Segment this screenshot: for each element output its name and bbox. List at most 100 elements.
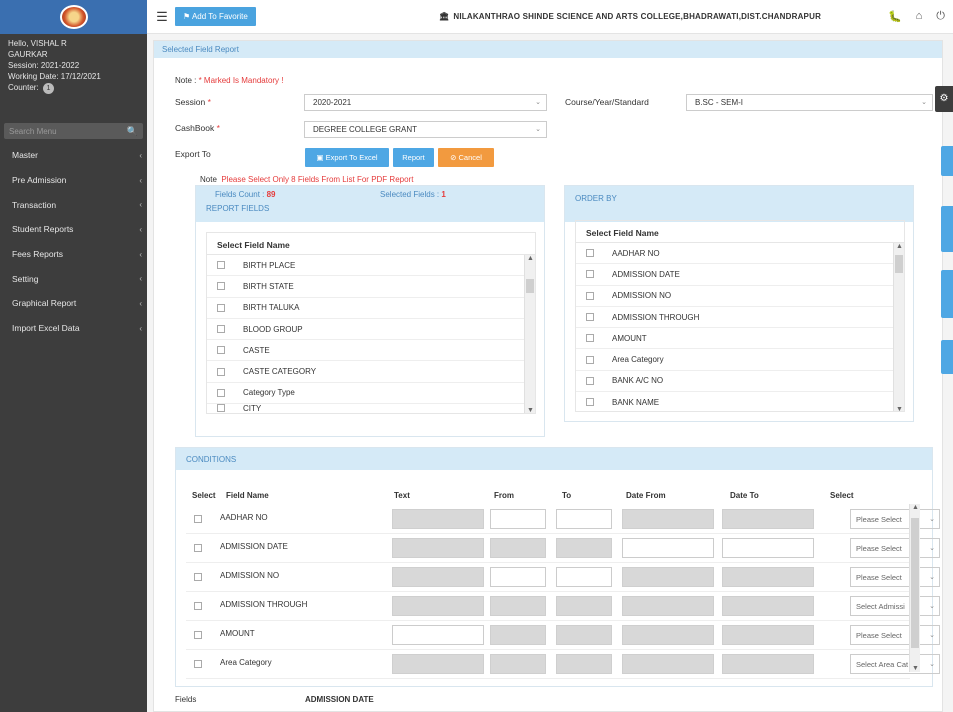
list-item[interactable]: BANK NAME [576, 392, 904, 411]
checkbox[interactable] [217, 388, 225, 397]
date-from-input[interactable] [622, 625, 714, 645]
scroll-up-icon[interactable]: ▲ [894, 243, 904, 250]
export-to-excel-button[interactable]: ▣ Export To Excel [305, 148, 389, 167]
search-icon[interactable]: 🔍 [127, 126, 138, 137]
cancel-button[interactable]: ⊘ Cancel [438, 148, 494, 167]
from-input[interactable] [490, 596, 546, 616]
text-input[interactable] [392, 625, 484, 645]
list-item[interactable]: ADMISSION NO [576, 286, 904, 307]
from-input[interactable] [490, 654, 546, 674]
checkbox[interactable] [586, 270, 594, 279]
report-fields-scrollbar[interactable]: ▲ ▼ [524, 255, 535, 413]
date-from-input[interactable] [622, 538, 714, 558]
list-item[interactable]: Category Type [207, 383, 535, 405]
from-input[interactable] [490, 509, 546, 529]
checkbox[interactable] [194, 544, 202, 552]
list-item[interactable]: AMOUNT [576, 328, 904, 350]
condition-select[interactable]: Select Admissi ⌄ [850, 596, 940, 616]
date-from-input[interactable] [622, 654, 714, 674]
text-input[interactable] [392, 596, 484, 616]
text-input[interactable] [392, 654, 484, 674]
to-input[interactable] [556, 596, 612, 616]
session-select[interactable]: 2020-2021 ⌄ [304, 94, 547, 111]
condition-select[interactable]: Please Select ⌄ [850, 625, 940, 645]
checkbox[interactable] [586, 376, 594, 385]
side-tab-4[interactable] [941, 340, 953, 374]
list-item[interactable]: BIRTH PLACE [207, 255, 535, 277]
condition-select[interactable]: Please Select ⌄ [850, 567, 940, 587]
date-from-input[interactable] [622, 596, 714, 616]
scrollbar-thumb[interactable] [526, 279, 534, 293]
date-to-input[interactable] [722, 625, 814, 645]
report-button[interactable]: Report [393, 148, 434, 167]
list-item[interactable]: BANK A/C NO [576, 371, 904, 393]
hamburger-menu-icon[interactable]: ☰ [151, 9, 173, 25]
list-item[interactable]: ADMISSION THROUGH [576, 307, 904, 329]
text-input[interactable] [392, 567, 484, 587]
to-input[interactable] [556, 538, 612, 558]
list-item[interactable]: BIRTH STATE [207, 276, 535, 298]
sidebar-item-transaction[interactable]: Transaction ‹ [0, 192, 147, 217]
search-menu-input[interactable]: Search Menu 🔍 [4, 123, 143, 139]
college-logo[interactable] [0, 0, 147, 34]
checkbox[interactable] [217, 367, 225, 376]
scroll-down-icon[interactable]: ▼ [525, 407, 535, 413]
sidebar-item-graphical-report[interactable]: Graphical Report ‹ [0, 291, 147, 316]
add-to-favorite-button[interactable]: ⚑ Add To Favorite [175, 7, 256, 26]
from-input[interactable] [490, 625, 546, 645]
scroll-up-icon[interactable]: ▲ [910, 504, 921, 511]
from-input[interactable] [490, 538, 546, 558]
checkbox[interactable] [217, 261, 225, 270]
condition-select[interactable]: Please Select ⌄ [850, 509, 940, 529]
scrollbar-thumb[interactable] [911, 518, 919, 648]
date-to-input[interactable] [722, 654, 814, 674]
scroll-down-icon[interactable]: ▼ [910, 665, 921, 672]
side-tab-1[interactable] [941, 146, 953, 176]
date-from-input[interactable] [622, 567, 714, 587]
from-input[interactable] [490, 567, 546, 587]
order-by-scrollbar[interactable]: ▲ ▼ [893, 243, 904, 411]
conditions-scrollbar[interactable]: ▲ ▼ [909, 504, 920, 672]
sidebar-item-setting[interactable]: Setting ‹ [0, 266, 147, 291]
checkbox[interactable] [586, 355, 594, 364]
to-input[interactable] [556, 567, 612, 587]
to-input[interactable] [556, 625, 612, 645]
list-item[interactable]: CASTE [207, 340, 535, 362]
side-tab-2[interactable] [941, 206, 953, 252]
course-select[interactable]: B.SC - SEM-I ⌄ [686, 94, 933, 111]
settings-gear-icon[interactable]: ⚙ [935, 86, 953, 112]
checkbox[interactable] [586, 291, 594, 300]
date-to-input[interactable] [722, 538, 814, 558]
sidebar-item-pre-admission[interactable]: Pre Admission ‹ [0, 168, 147, 193]
checkbox[interactable] [217, 303, 225, 312]
text-input[interactable] [392, 509, 484, 529]
home-icon[interactable]: ⌂ [916, 10, 923, 23]
list-item[interactable]: BLOOD GROUP [207, 319, 535, 341]
to-input[interactable] [556, 654, 612, 674]
sidebar-item-fees-reports[interactable]: Fees Reports ‹ [0, 242, 147, 267]
checkbox[interactable] [194, 602, 202, 610]
checkbox[interactable] [217, 346, 225, 355]
list-item[interactable]: CASTE CATEGORY [207, 361, 535, 383]
checkbox[interactable] [217, 325, 225, 334]
list-item[interactable]: ADMISSION DATE [576, 264, 904, 286]
to-input[interactable] [556, 509, 612, 529]
checkbox[interactable] [194, 573, 202, 581]
condition-select[interactable]: Select Area Cat ⌄ [850, 654, 940, 674]
bug-report-icon[interactable]: 🐛 [888, 10, 902, 23]
list-item[interactable]: BIRTH TALUKA [207, 298, 535, 319]
scroll-up-icon[interactable]: ▲ [525, 255, 535, 262]
checkbox[interactable] [194, 660, 202, 668]
date-to-input[interactable] [722, 509, 814, 529]
sidebar-item-master[interactable]: Master ‹ [0, 143, 147, 168]
cashbook-select[interactable]: DEGREE COLLEGE GRANT ⌄ [304, 121, 547, 138]
date-to-input[interactable] [722, 596, 814, 616]
text-input[interactable] [392, 538, 484, 558]
checkbox[interactable] [217, 404, 225, 413]
list-item[interactable]: AADHAR NO [576, 243, 904, 265]
checkbox[interactable] [586, 249, 594, 258]
checkbox[interactable] [194, 631, 202, 639]
list-item[interactable]: CITY [207, 404, 535, 413]
side-tab-3[interactable] [941, 270, 953, 318]
sidebar-item-student-reports[interactable]: Student Reports ‹ [0, 217, 147, 242]
